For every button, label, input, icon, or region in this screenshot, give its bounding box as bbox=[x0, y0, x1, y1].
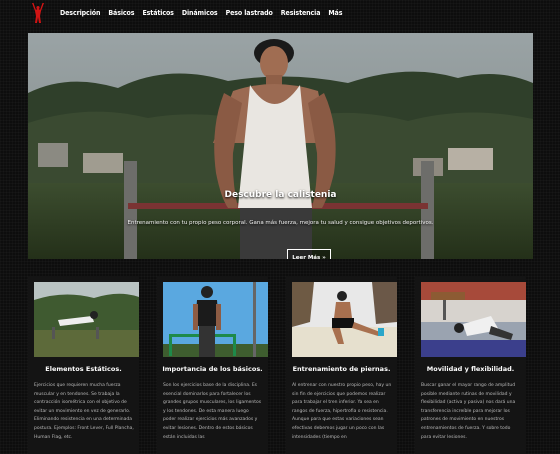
nav-item-mas[interactable]: Más bbox=[328, 9, 342, 17]
nav-item-estaticos[interactable]: Estáticos bbox=[142, 9, 173, 17]
hero-banner: Descubre la calistenia Entrenamiento con… bbox=[28, 33, 533, 259]
athlete-silhouette-logo-icon[interactable] bbox=[31, 2, 45, 24]
card-image-mobility bbox=[421, 282, 526, 357]
card-text: Buscar ganar el mayor rango de amplitud … bbox=[421, 383, 516, 440]
card-text: Al entrenar con nuestro propio peso, hay… bbox=[292, 383, 392, 440]
nav-item-peso-lastrado[interactable]: Peso lastrado bbox=[226, 9, 273, 17]
card-legs: Entrenamiento de piernas. Al entrenar co… bbox=[286, 276, 397, 454]
card-title: Elementos Estáticos. bbox=[45, 365, 122, 373]
card-image-static bbox=[34, 282, 139, 357]
nav-item-basicos[interactable]: Básicos bbox=[108, 9, 134, 17]
card-title: Entrenamiento de piernas. bbox=[292, 365, 391, 373]
nav-item-dinamicos[interactable]: Dinámicos bbox=[182, 9, 218, 17]
card-static-elements: Elementos Estáticos. Ejercicios que requ… bbox=[28, 276, 139, 454]
nav-item-descripcion[interactable]: Descripción bbox=[60, 9, 100, 17]
card-mobility: Movilidad y flexibilidad. Buscar ganar e… bbox=[415, 276, 526, 454]
card-text: Ejercicios que requieren mucha fuerza mu… bbox=[34, 383, 134, 440]
hero-title: Descubre la calistenia bbox=[224, 190, 337, 200]
card-basics: Importancia de los básicos. Son los ejer… bbox=[157, 276, 268, 454]
card-title: Movilidad y flexibilidad. bbox=[426, 365, 515, 373]
card-text: Son los ejercicios base de la disciplina… bbox=[163, 383, 262, 440]
nav-links: Descripción Básicos Estáticos Dinámicos … bbox=[60, 0, 350, 26]
card-title: Importancia de los básicos. bbox=[162, 365, 263, 373]
card-image-legs bbox=[292, 282, 397, 357]
hero-subtitle: Entrenamiento con tu propio peso corpora… bbox=[127, 220, 434, 226]
card-image-basics bbox=[163, 282, 268, 357]
nav-item-resistencia[interactable]: Resistencia bbox=[281, 9, 321, 17]
read-more-button[interactable]: Leer Más » bbox=[287, 249, 331, 259]
top-navbar: Descripción Básicos Estáticos Dinámicos … bbox=[0, 0, 560, 26]
